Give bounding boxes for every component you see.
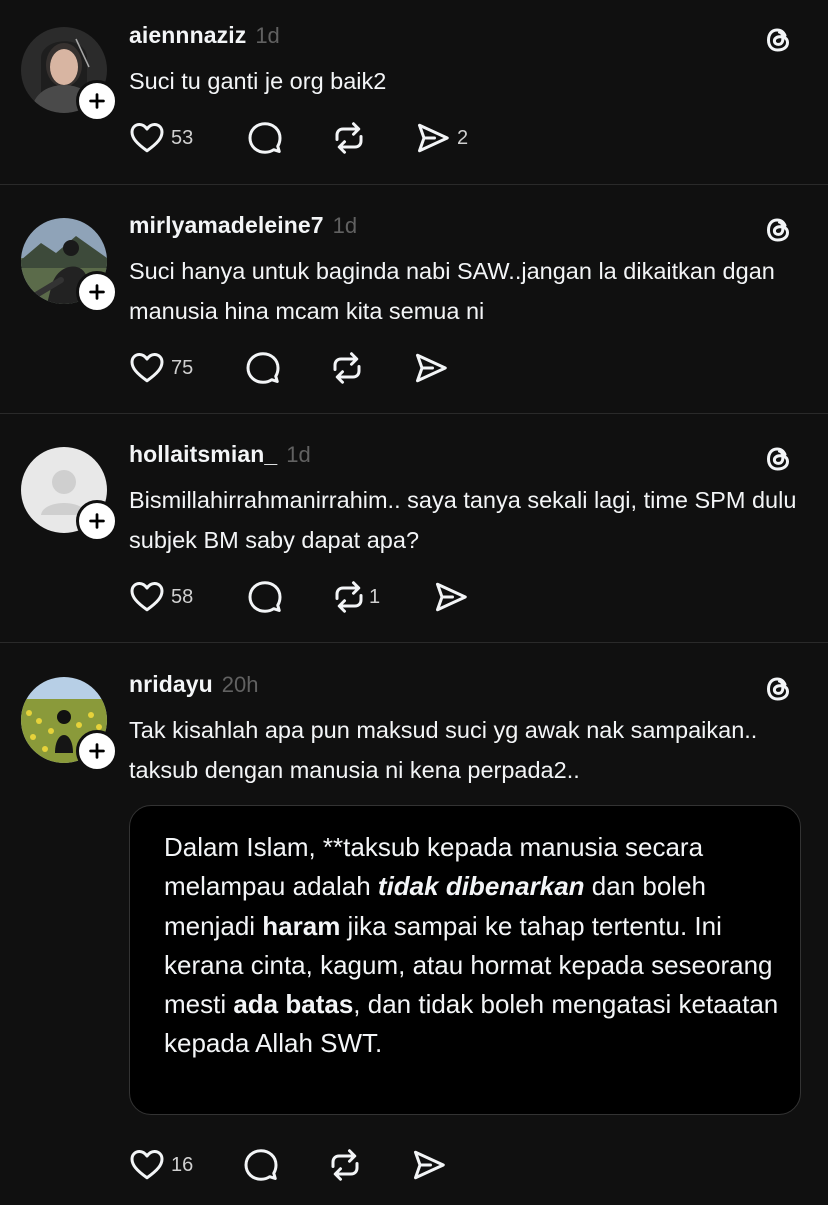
send-icon [413,350,449,386]
reply-button[interactable] [247,577,283,617]
reply-button[interactable] [243,1145,279,1185]
like-count: 16 [171,1153,194,1176]
share-button[interactable] [433,577,469,617]
repost-button[interactable] [331,118,367,158]
repost-button[interactable]: 1 [331,577,380,617]
post-text: Suci tu ganti je org baik2 [129,68,387,94]
threads-logo-icon[interactable] [762,213,796,247]
reply-button[interactable] [245,348,281,388]
threads-logo-icon[interactable] [762,23,796,57]
avatar-1[interactable] [21,27,118,122]
share-button[interactable] [413,348,449,388]
like-button[interactable]: 16 [129,1145,193,1185]
post-header: nridayu 20h [129,671,259,703]
post-header: mirlyamadeleine7 1d [129,212,357,244]
send-icon [411,1147,447,1183]
like-count: 58 [171,585,194,608]
heart-icon [129,579,165,615]
heart-icon [129,120,165,156]
comment-icon [247,579,283,615]
follow-button[interactable] [76,500,118,542]
post-time: 1d [332,213,358,238]
repost-icon [327,1147,363,1183]
threads-logo-icon[interactable] [762,672,796,706]
plus-icon [86,510,108,532]
comment-icon [247,120,283,156]
quote-emphasis: haram [262,910,341,941]
repost-count: 1 [369,585,381,608]
repost-icon [331,120,367,156]
repost-icon [331,579,367,615]
quoted-text-card[interactable]: Dalam Islam, **taksub kepada manusia sec… [129,805,801,1115]
share-count: 2 [457,126,469,149]
like-button[interactable]: 53 [129,118,193,158]
like-count: 75 [171,356,194,379]
share-button[interactable] [411,1145,447,1185]
heart-icon [129,1147,165,1183]
send-icon [433,579,469,615]
quote-emphasis: ada batas [233,989,354,1020]
username[interactable]: mirlyamadeleine7 [129,212,324,239]
username[interactable]: nridayu [129,671,213,698]
comment-icon [243,1147,279,1183]
plus-icon [86,281,108,303]
like-count: 53 [171,126,194,149]
share-button[interactable]: 2 [415,118,468,158]
avatar-4[interactable] [21,677,118,772]
quote-emphasis: tidak dibenarkan [377,871,585,902]
like-button[interactable]: 58 [129,577,193,617]
plus-icon [86,90,108,112]
post-text: Bismillahirrahmanirrahim.. saya tanya se… [129,487,797,553]
comment-icon [245,350,281,386]
follow-button[interactable] [76,271,118,313]
follow-button[interactable] [76,730,118,772]
send-icon [415,120,451,156]
username[interactable]: aiennnaziz [129,22,246,49]
divider [0,184,828,185]
repost-button[interactable] [327,1145,363,1185]
like-button[interactable]: 75 [129,348,193,388]
avatar-3[interactable] [21,447,118,542]
plus-icon [86,740,108,762]
heart-icon [129,350,165,386]
divider [0,642,828,643]
post-header: hollaitsmian_ 1d [129,441,311,473]
threads-logo-icon[interactable] [762,442,796,476]
avatar-2[interactable] [21,218,118,313]
post-text: Suci hanya untuk baginda nabi SAW..janga… [129,258,775,324]
follow-button[interactable] [76,80,118,122]
repost-icon [329,350,365,386]
post-header: aiennnaziz 1d [129,22,280,54]
post-text: Tak kisahlah apa pun maksud suci yg awak… [129,717,758,783]
reply-button[interactable] [247,118,283,158]
post-time: 20h [221,672,259,697]
quoted-text: Dalam Islam, **taksub kepada manusia sec… [164,828,784,1064]
username[interactable]: hollaitsmian_ [129,441,277,468]
divider [0,413,828,414]
post-time: 1d [286,442,311,467]
post-time: 1d [255,23,280,48]
repost-button[interactable] [329,348,365,388]
